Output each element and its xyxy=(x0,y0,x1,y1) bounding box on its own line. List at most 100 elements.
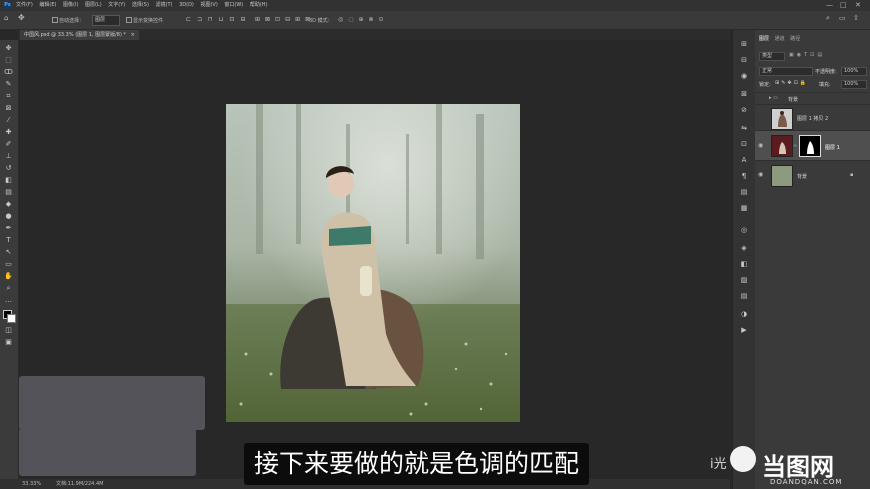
menu-items: 文件(F) 编辑(E) 图像(I) 图层(L) 文字(Y) 选择(S) 滤镜(T… xyxy=(16,0,273,11)
opacity-input[interactable]: 100% xyxy=(841,67,867,76)
layer-row[interactable]: 图层 1 拷贝 2 xyxy=(755,104,870,131)
actions-icon[interactable]: ▤ xyxy=(740,292,748,300)
dodge-tool-icon[interactable]: ● xyxy=(4,212,13,221)
menu-filter[interactable]: 滤镜(T) xyxy=(156,2,173,8)
move-tool-icon[interactable]: ✥ xyxy=(18,13,25,22)
brush-tool-icon[interactable]: ✐ xyxy=(4,140,13,149)
share-icon[interactable]: ⇧ xyxy=(853,14,859,22)
channels-icon[interactable]: ◧ xyxy=(740,260,748,268)
close-tab-icon[interactable]: × xyxy=(131,32,135,38)
layer-name[interactable]: 图层 1 拷贝 2 xyxy=(797,115,828,122)
document-tab[interactable]: 中国风.psd @ 33.3% (图层 1, 图层蒙版/8) * × xyxy=(20,30,139,40)
zoom-tool-icon[interactable]: ⌕ xyxy=(4,284,13,293)
lock-icons[interactable]: ⊞✎✥⊡🔒 xyxy=(775,80,808,86)
glyphs-icon[interactable]: ▤ xyxy=(740,188,748,196)
zoom-level[interactable]: 33.33% xyxy=(22,479,41,489)
filter-icons[interactable]: ▣◉T⊡▤ xyxy=(789,52,825,58)
menu-help[interactable]: 帮助(H) xyxy=(250,2,268,8)
menu-edit[interactable]: 编辑(E) xyxy=(39,2,56,8)
history-icon[interactable]: ⊞ xyxy=(740,40,748,48)
auto-select-target-dropdown[interactable]: 图层 xyxy=(92,15,120,26)
photoshop-logo: Ps xyxy=(3,2,12,9)
clone-stamp-icon[interactable]: ⊥ xyxy=(4,152,13,161)
menu-view[interactable]: 视图(V) xyxy=(200,2,217,8)
healing-brush-icon[interactable]: ✚ xyxy=(4,128,13,137)
tab-layers[interactable]: 图层 xyxy=(759,36,769,42)
play-icon[interactable]: ▶ xyxy=(740,326,748,334)
3d-mode-label: 3D 模式： xyxy=(309,18,333,24)
pen-tool-icon[interactable]: ✒ xyxy=(4,224,13,233)
layer-name[interactable]: 图层 1 xyxy=(825,144,840,151)
auto-select-checkbox[interactable] xyxy=(52,17,58,23)
layer-row-background[interactable]: ◉ 背景 ▪ xyxy=(755,160,870,189)
history-brush-icon[interactable]: ↺ xyxy=(4,164,13,173)
fill-input[interactable]: 100% xyxy=(841,80,867,89)
distribute-icons[interactable]: ⊞⊠⊡⊟⊞⊠ xyxy=(255,16,315,23)
paths-icon[interactable]: ▨ xyxy=(740,276,748,284)
swatches-icon[interactable]: ⊠ xyxy=(740,90,748,98)
path-select-icon[interactable]: ↖ xyxy=(4,248,13,257)
clone-source-icon[interactable]: ⊡ xyxy=(740,140,748,148)
lasso-tool-icon[interactable]: ↀ xyxy=(4,68,13,77)
menu-3d[interactable]: 3D(D) xyxy=(179,2,194,8)
background-color-swatch[interactable] xyxy=(7,314,16,323)
menu-layer[interactable]: 图层(L) xyxy=(85,2,102,8)
search-icon[interactable]: ⌕ xyxy=(826,14,830,23)
workspace-icon[interactable]: ▭ xyxy=(839,14,846,22)
tab-paths[interactable]: 路径 xyxy=(790,36,800,42)
color-icon[interactable]: ◉ xyxy=(740,72,748,80)
type-tool-icon[interactable]: T xyxy=(4,236,13,245)
layers-icon[interactable]: ◈ xyxy=(740,244,748,252)
move-tool-icon[interactable]: ✥ xyxy=(4,44,13,53)
canvas-image[interactable] xyxy=(226,104,520,422)
color-lookup-icon[interactable]: ◑ xyxy=(740,310,748,318)
3d-mode-icons[interactable]: ◎◌⊕⊗⊙ xyxy=(338,16,389,23)
opacity-label: 不透明度: xyxy=(815,69,837,75)
layer-mask-thumbnail[interactable] xyxy=(799,135,821,157)
show-transform-checkbox[interactable] xyxy=(126,17,132,23)
options-bar: ⌂ ✥ 自动选择： 图层 显示变换控件 ⊏⊐⊓⊔⊡⊟ ⊞⊠⊡⊟⊞⊠ 3D 模式：… xyxy=(0,11,870,30)
menu-file[interactable]: 文件(F) xyxy=(16,2,33,8)
brush-settings-icon[interactable]: ⇋ xyxy=(740,124,748,132)
layer-name[interactable]: 背景 xyxy=(788,96,798,103)
adjustments-icon[interactable]: ⊘ xyxy=(740,106,748,114)
menu-type[interactable]: 文字(Y) xyxy=(108,2,125,8)
blur-tool-icon[interactable]: ◆ xyxy=(4,200,13,209)
more-tools-icon[interactable]: … xyxy=(4,296,13,305)
paragraph-icon[interactable]: ¶ xyxy=(740,172,748,180)
menu-image[interactable]: 图像(I) xyxy=(63,2,78,8)
shape-tool-icon[interactable]: ▭ xyxy=(4,260,13,269)
minimize-button[interactable]: — xyxy=(826,0,833,11)
layer-name[interactable]: 背景 xyxy=(797,173,807,180)
menu-select[interactable]: 选择(S) xyxy=(132,2,149,8)
home-icon[interactable]: ⌂ xyxy=(4,14,8,22)
align-icons[interactable]: ⊏⊐⊓⊔⊡⊟ xyxy=(186,16,251,23)
menu-bar: Ps 文件(F) 编辑(E) 图像(I) 图层(L) 文字(Y) 选择(S) 滤… xyxy=(0,0,870,11)
hand-tool-icon[interactable]: ✋ xyxy=(4,272,13,281)
gradient-tool-icon[interactable]: ▤ xyxy=(4,188,13,197)
menu-window[interactable]: 窗口(W) xyxy=(224,2,243,8)
marquee-tool-icon[interactable]: ⬚ xyxy=(4,56,13,65)
lock-label: 锁定: xyxy=(759,82,771,88)
kind-filter-dropdown[interactable]: 类型 xyxy=(759,52,785,61)
blend-mode-dropdown[interactable]: 正常 xyxy=(759,67,813,76)
layer-row-selected[interactable]: ◉ ∞ 图层 1 xyxy=(755,130,870,161)
quick-mask-icon[interactable]: ◫ xyxy=(4,326,13,335)
close-window-button[interactable]: ✕ xyxy=(855,0,861,11)
mask-link-icon[interactable]: ∞ xyxy=(793,143,797,149)
crop-tool-icon[interactable]: ⌗ xyxy=(4,92,13,101)
layer-thumbnail xyxy=(771,165,793,187)
properties-icon[interactable]: ⊟ xyxy=(740,56,748,64)
eraser-tool-icon[interactable]: ◧ xyxy=(4,176,13,185)
maximize-button[interactable]: □ xyxy=(840,0,847,11)
visibility-eye-icon[interactable]: ◉ xyxy=(758,142,763,149)
character-icon[interactable]: A xyxy=(740,156,748,164)
screen-mode-icon[interactable]: ▣ xyxy=(4,338,13,347)
quick-select-tool-icon[interactable]: ✎ xyxy=(4,80,13,89)
eyedropper-tool-icon[interactable]: ⁄ xyxy=(4,116,13,125)
libraries-icon[interactable]: ◎ xyxy=(740,226,748,234)
frame-tool-icon[interactable]: ⊠ xyxy=(4,104,13,113)
visibility-eye-icon[interactable]: ◉ xyxy=(758,171,763,178)
tab-channels[interactable]: 通道 xyxy=(775,36,785,42)
notes-icon[interactable]: ▦ xyxy=(740,204,748,212)
